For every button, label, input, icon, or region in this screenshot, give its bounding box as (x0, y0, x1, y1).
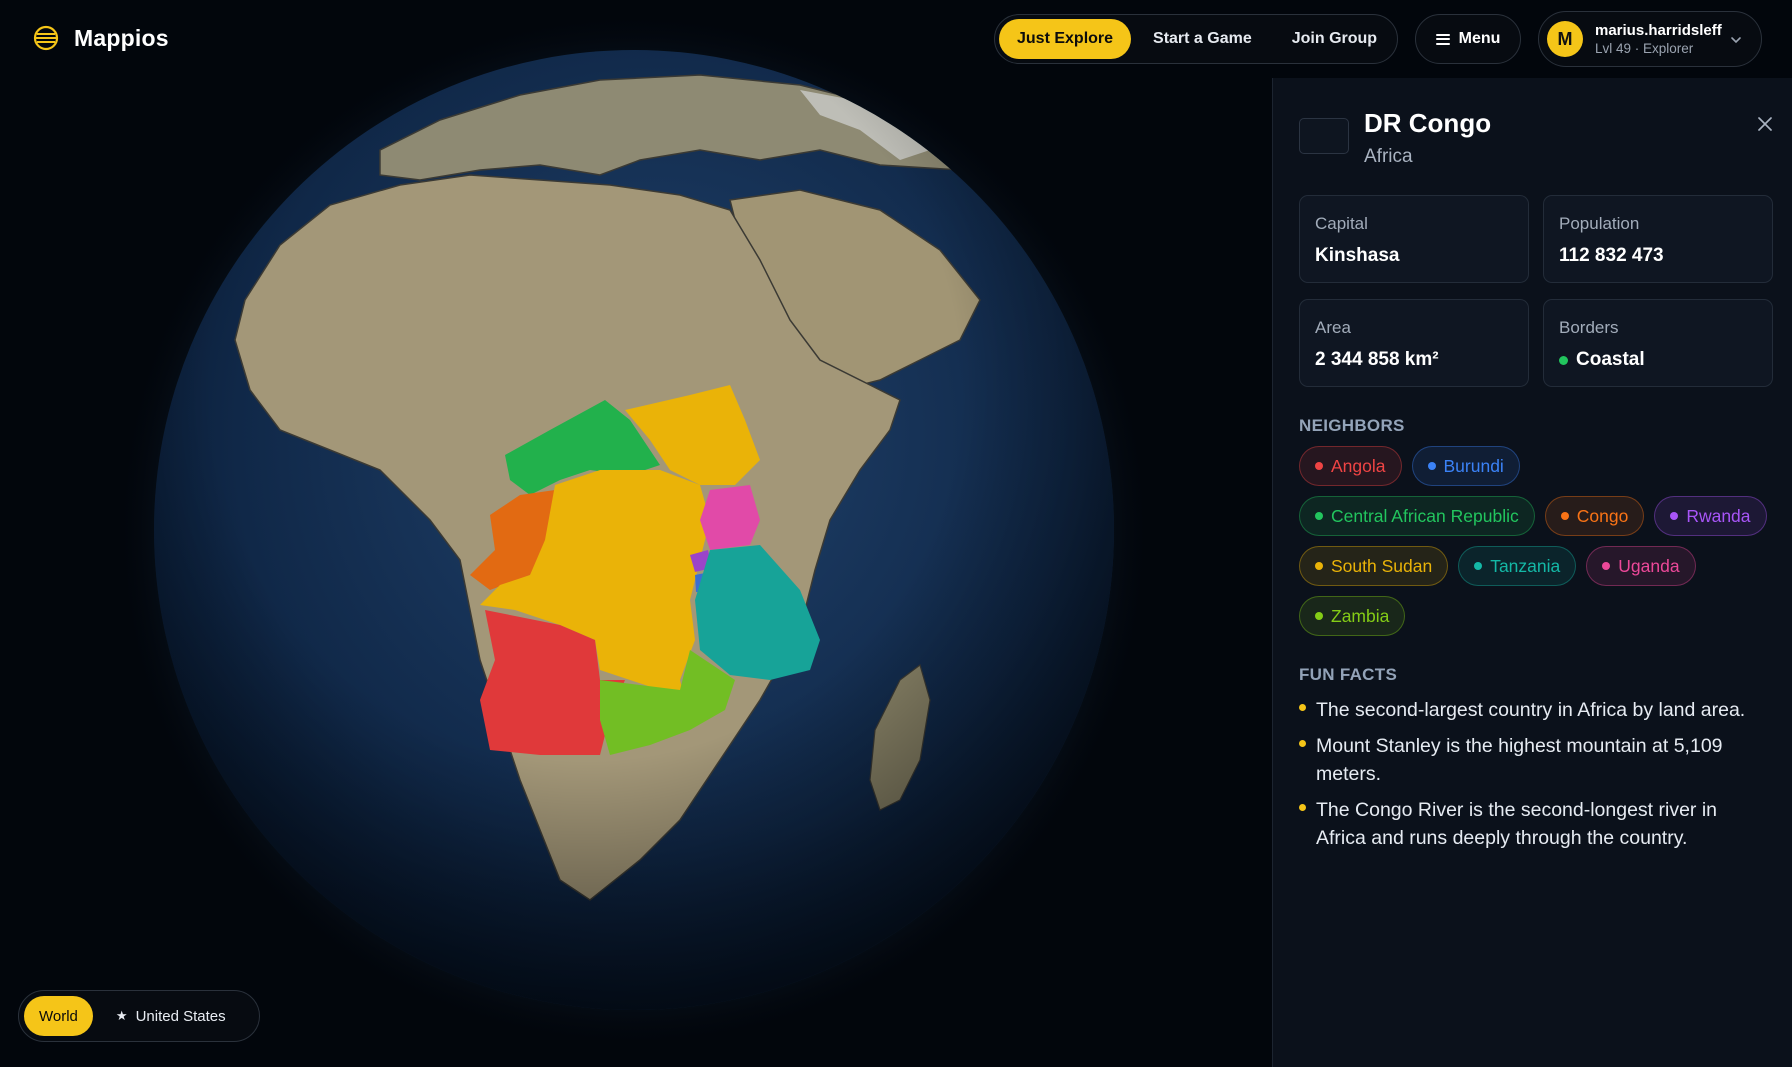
neighbor-chip[interactable]: Central African Republic (1299, 496, 1535, 536)
country-flag (1299, 118, 1349, 154)
fun-fact: The second-largest country in Africa by … (1299, 696, 1769, 724)
borders-value-row: Coastal (1559, 349, 1645, 371)
chevron-down-icon (1731, 37, 1741, 44)
borders-status-dot (1559, 355, 1568, 365)
close-icon (1758, 117, 1772, 131)
neighbor-chip[interactable]: South Sudan (1299, 546, 1449, 586)
star-icon: ★ (115, 1008, 128, 1023)
brand[interactable]: Mappios (32, 24, 169, 52)
neighbor-dot (1427, 462, 1436, 470)
neighbor-name: Burundi (1443, 455, 1504, 476)
region-switch: World ★ United States (18, 990, 260, 1042)
avatar: M (1547, 21, 1583, 57)
neighbor-chip[interactable]: Zambia (1299, 596, 1406, 636)
capital-value: Kinshasa (1315, 245, 1400, 266)
capital-label: Capital (1315, 214, 1368, 233)
population-card: Population 112 832 473 (1543, 195, 1773, 283)
neighbor-name: Congo (1576, 505, 1629, 526)
borders-card: Borders Coastal (1543, 299, 1773, 387)
mode-switcher: Just Explore Start a Game Join Group (994, 14, 1398, 64)
neighbor-dot (1315, 512, 1323, 520)
neighbor-chip[interactable]: Uganda (1586, 546, 1696, 586)
neighbor-dot (1315, 612, 1323, 620)
app-name: Mappios (74, 24, 169, 51)
area-label: Area (1315, 318, 1351, 337)
neighbors-row: South Sudan Tanzania Uganda (1299, 546, 1769, 586)
fun-fact: The Congo River is the second-longest ri… (1299, 796, 1769, 852)
neighbor-name: Uganda (1618, 555, 1680, 576)
user-level: Lvl 49 · Explorer (1595, 41, 1694, 56)
menu-button[interactable]: Menu (1415, 14, 1521, 64)
neighbor-chip[interactable]: Burundi (1411, 446, 1520, 486)
world-button[interactable]: World (24, 996, 93, 1036)
population-value: 112 832 473 (1559, 245, 1664, 266)
globe[interactable] (0, 0, 1272, 1067)
united-states-label: United States (135, 1007, 226, 1025)
neighbor-name: Zambia (1331, 605, 1390, 626)
neighbor-name: South Sudan (1331, 555, 1433, 576)
globe-logo-icon (33, 25, 59, 51)
capital-card: Capital Kinshasa (1299, 195, 1529, 283)
neighbor-chip[interactable]: Congo (1544, 496, 1645, 536)
just-explore-button[interactable]: Just Explore (999, 19, 1132, 59)
fun-fact: Mount Stanley is the highest mountain at… (1299, 732, 1769, 788)
hamburger-icon (1435, 33, 1450, 45)
neighbor-dot (1602, 562, 1611, 570)
neighbor-chip[interactable]: Rwanda (1654, 496, 1767, 536)
borders-label: Borders (1559, 318, 1619, 337)
join-group-button[interactable]: Join Group (1274, 19, 1395, 59)
neighbor-name: Central African Republic (1331, 505, 1519, 526)
area-card: Area 2 344 858 km² (1299, 299, 1529, 387)
globe-view[interactable] (0, 0, 1272, 1067)
neighbor-name: Tanzania (1490, 555, 1561, 576)
start-a-game-button[interactable]: Start a Game (1135, 19, 1270, 59)
neighbor-name: Rwanda (1686, 505, 1751, 526)
neighbor-name: Angola (1331, 455, 1386, 476)
neighbors-row: Angola Burundi (1299, 446, 1769, 486)
neighbor-chip[interactable]: Tanzania (1458, 546, 1577, 586)
fun-facts-heading: FUN FACTS (1299, 665, 1398, 684)
neighbor-dot (1315, 562, 1323, 570)
neighbors-heading: NEIGHBORS (1299, 416, 1405, 435)
menu-label: Menu (1458, 30, 1501, 47)
neighbor-dot (1315, 462, 1323, 470)
neighbor-dot (1670, 512, 1679, 520)
neighbors-row: Central African Republic Congo Rwanda (1299, 496, 1769, 536)
continent-name: Africa (1364, 146, 1413, 167)
close-panel-button[interactable] (1753, 112, 1777, 136)
population-label: Population (1559, 214, 1640, 233)
united-states-button[interactable]: ★ United States (101, 996, 241, 1036)
neighbor-chip[interactable]: Angola (1299, 446, 1402, 486)
country-info-panel: DR Congo Africa Capital Kinshasa Populat… (1272, 78, 1792, 1067)
user-menu[interactable]: M marius.harridsleff Lvl 49 · Explorer (1538, 11, 1762, 67)
borders-value: Coastal (1576, 349, 1645, 370)
fun-facts-list: The second-largest country in Africa by … (1299, 696, 1769, 860)
neighbor-dot (1474, 562, 1483, 570)
username: marius.harridsleff (1595, 22, 1722, 39)
area-value: 2 344 858 km² (1315, 349, 1439, 370)
neighbor-dot (1560, 512, 1569, 520)
globe-shading (154, 50, 1114, 1010)
neighbors-list: Angola Burundi Central African Republic Con… (1299, 446, 1769, 646)
country-name: DR Congo (1364, 108, 1492, 138)
neighbors-row: Zambia (1299, 596, 1769, 636)
